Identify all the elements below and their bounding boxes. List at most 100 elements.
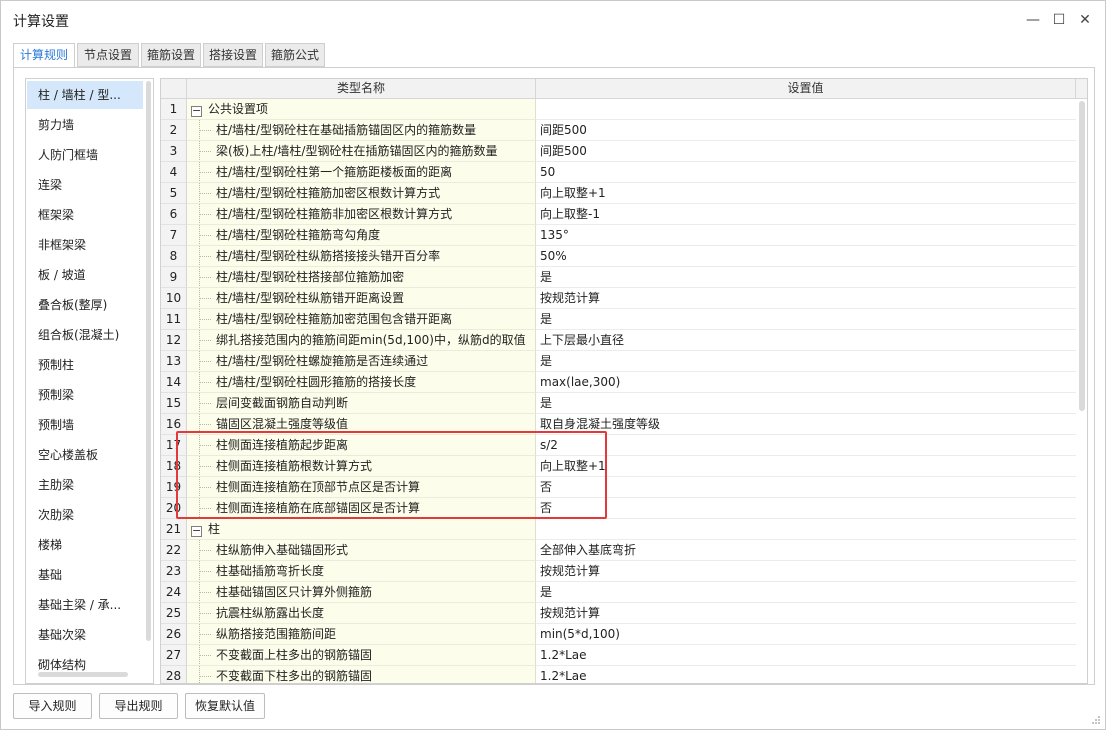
setting-value-cell[interactable] [536, 99, 1076, 120]
table-row[interactable]: 26 纵筋搭接范围箍筋间距 min(5*d,100) [161, 624, 1076, 645]
sidebar-item-precast-beam[interactable]: 预制梁 [27, 381, 143, 409]
type-name-cell[interactable]: 纵筋搭接范围箍筋间距 [187, 624, 536, 645]
type-name-cell[interactable]: 梁(板)上柱/墙柱/型钢砼柱在插筋锚固区内的箍筋数量 [187, 141, 536, 162]
type-name-cell[interactable]: 柱侧面连接植筋在顶部节点区是否计算 [187, 477, 536, 498]
sidebar-item-composite-slab-full[interactable]: 叠合板(整厚) [27, 291, 143, 319]
type-name-cell[interactable]: 柱/墙柱/型钢砼柱纵筋搭接接头错开百分率 [187, 246, 536, 267]
sidebar-item-frame-beam[interactable]: 框架梁 [27, 201, 143, 229]
type-name-cell[interactable]: 柱/墙柱/型钢砼柱在基础插筋锚固区内的箍筋数量 [187, 120, 536, 141]
import-rules-button[interactable]: 导入规则 [13, 693, 92, 719]
type-name-cell[interactable]: 柱侧面连接植筋起步距离 [187, 435, 536, 456]
setting-value-cell[interactable]: 按规范计算 [536, 603, 1076, 624]
collapse-icon[interactable]: − [191, 525, 202, 537]
type-name-cell[interactable]: 柱/墙柱/型钢砼柱箍筋非加密区根数计算方式 [187, 204, 536, 225]
setting-value-cell[interactable]: 是 [536, 309, 1076, 330]
table-row[interactable]: 11 柱/墙柱/型钢砼柱箍筋加密范围包含错开距离 是 [161, 309, 1076, 330]
sidebar-item-coupling-beam[interactable]: 连梁 [27, 171, 143, 199]
setting-value-cell[interactable]: 否 [536, 477, 1076, 498]
setting-value-cell[interactable]: 间距500 [536, 120, 1076, 141]
table-vertical-scrollbar[interactable] [1076, 99, 1087, 683]
type-name-cell[interactable]: 柱/墙柱/型钢砼柱搭接部位箍筋加密 [187, 267, 536, 288]
setting-value-cell[interactable]: 向上取整-1 [536, 204, 1076, 225]
column-header-setting-value[interactable]: 设置值 [536, 79, 1076, 99]
sidebar-item-stairs[interactable]: 楼梯 [27, 531, 143, 559]
sidebar-item-main-rib-beam[interactable]: 主肋梁 [27, 471, 143, 499]
table-row[interactable]: 24 柱基础锚固区只计算外侧箍筋 是 [161, 582, 1076, 603]
sidebar-item-civil-defense-door-wall[interactable]: 人防门框墙 [27, 141, 143, 169]
maximize-icon[interactable]: ☐ [1047, 9, 1071, 31]
type-name-cell[interactable]: 不变截面上柱多出的钢筋锚固 [187, 645, 536, 666]
sidebar-item-foundation-main-beam[interactable]: 基础主梁 / 承... [27, 591, 143, 619]
type-name-cell[interactable]: 柱基础插筋弯折长度 [187, 561, 536, 582]
sidebar-item-hollow-floor-slab[interactable]: 空心楼盖板 [27, 441, 143, 469]
setting-value-cell[interactable]: 上下层最小直径 [536, 330, 1076, 351]
sidebar-item-foundation-secondary-beam[interactable]: 基础次梁 [27, 621, 143, 649]
table-row[interactable]: 8 柱/墙柱/型钢砼柱纵筋搭接接头错开百分率 50% [161, 246, 1076, 267]
setting-value-cell[interactable]: min(5*d,100) [536, 624, 1076, 645]
setting-value-cell[interactable]: 是 [536, 582, 1076, 603]
type-name-cell[interactable]: 柱/墙柱/型钢砼柱圆形箍筋的搭接长度 [187, 372, 536, 393]
type-name-cell[interactable]: 柱/墙柱/型钢砼柱箍筋弯勾角度 [187, 225, 536, 246]
type-name-cell[interactable]: 柱/墙柱/型钢砼柱箍筋加密范围包含错开距离 [187, 309, 536, 330]
tab-node-settings[interactable]: 节点设置 [77, 43, 139, 67]
type-name-cell[interactable]: 柱/墙柱/型钢砼柱箍筋加密区根数计算方式 [187, 183, 536, 204]
type-name-cell[interactable]: 不变截面下柱多出的钢筋锚固 [187, 666, 536, 683]
table-row[interactable]: 28 不变截面下柱多出的钢筋锚固 1.2*Lae [161, 666, 1076, 683]
sidebar-item-shear-wall[interactable]: 剪力墙 [27, 111, 143, 139]
tab-lap-settings[interactable]: 搭接设置 [203, 43, 263, 67]
table-row[interactable]: 3 梁(板)上柱/墙柱/型钢砼柱在插筋锚固区内的箍筋数量 间距500 [161, 141, 1076, 162]
table-row[interactable]: 17 柱侧面连接植筋起步距离 s/2 [161, 435, 1076, 456]
table-row[interactable]: 23 柱基础插筋弯折长度 按规范计算 [161, 561, 1076, 582]
type-name-cell[interactable]: 绑扎搭接范围内的箍筋间距min(5d,100)中，纵筋d的取值 [187, 330, 536, 351]
table-group-row[interactable]: 1− 公共设置项 [161, 99, 1076, 120]
restore-defaults-button[interactable]: 恢复默认值 [185, 693, 265, 719]
table-row[interactable]: 2 柱/墙柱/型钢砼柱在基础插筋锚固区内的箍筋数量 间距500 [161, 120, 1076, 141]
setting-value-cell[interactable]: 50% [536, 246, 1076, 267]
type-name-cell[interactable]: 柱/墙柱/型钢砼柱第一个箍筋距楼板面的距离 [187, 162, 536, 183]
setting-value-cell[interactable]: s/2 [536, 435, 1076, 456]
sidebar-item-foundation[interactable]: 基础 [27, 561, 143, 589]
column-header-type-name[interactable]: 类型名称 [187, 79, 536, 99]
sidebar-item-slab-ramp[interactable]: 板 / 坡道 [27, 261, 143, 289]
setting-value-cell[interactable]: 向上取整+1 [536, 183, 1076, 204]
table-row[interactable]: 13 柱/墙柱/型钢砼柱螺旋箍筋是否连续通过 是 [161, 351, 1076, 372]
table-row[interactable]: 18 柱侧面连接植筋根数计算方式 向上取整+1 [161, 456, 1076, 477]
setting-value-cell[interactable]: 取自身混凝土强度等级 [536, 414, 1076, 435]
export-rules-button[interactable]: 导出规则 [99, 693, 178, 719]
setting-value-cell[interactable]: 否 [536, 498, 1076, 519]
table-row[interactable]: 12 绑扎搭接范围内的箍筋间距min(5d,100)中，纵筋d的取值 上下层最小直径 [161, 330, 1076, 351]
setting-value-cell[interactable]: 1.2*Lae [536, 666, 1076, 683]
sidebar-horizontal-scrollbar[interactable] [38, 672, 128, 677]
resize-grip-icon[interactable] [1091, 715, 1101, 725]
sidebar-scroll-thumb[interactable] [146, 81, 151, 641]
tab-stirrup-settings[interactable]: 箍筋设置 [141, 43, 201, 67]
table-row[interactable]: 7 柱/墙柱/型钢砼柱箍筋弯勾角度 135° [161, 225, 1076, 246]
type-name-cell[interactable]: 柱/墙柱/型钢砼柱纵筋错开距离设置 [187, 288, 536, 309]
setting-value-cell[interactable]: 是 [536, 351, 1076, 372]
type-name-cell[interactable]: 层间变截面钢筋自动判断 [187, 393, 536, 414]
type-name-cell[interactable]: 柱纵筋伸入基础锚固形式 [187, 540, 536, 561]
setting-value-cell[interactable]: 向上取整+1 [536, 456, 1076, 477]
type-name-cell[interactable]: − 柱 [187, 519, 536, 540]
type-name-cell[interactable]: − 公共设置项 [187, 99, 536, 120]
type-name-cell[interactable]: 柱基础锚固区只计算外侧箍筋 [187, 582, 536, 603]
table-row[interactable]: 25 抗震柱纵筋露出长度 按规范计算 [161, 603, 1076, 624]
table-row[interactable]: 14 柱/墙柱/型钢砼柱圆形箍筋的搭接长度 max(lae,300) [161, 372, 1076, 393]
table-row[interactable]: 4 柱/墙柱/型钢砼柱第一个箍筋距楼板面的距离 50 [161, 162, 1076, 183]
close-icon[interactable]: ✕ [1073, 9, 1097, 31]
sidebar-item-precast-column[interactable]: 预制柱 [27, 351, 143, 379]
setting-value-cell[interactable]: max(lae,300) [536, 372, 1076, 393]
sidebar-item-secondary-rib-beam[interactable]: 次肋梁 [27, 501, 143, 529]
table-row[interactable]: 22 柱纵筋伸入基础锚固形式 全部伸入基底弯折 [161, 540, 1076, 561]
collapse-icon[interactable]: − [191, 105, 202, 117]
table-row[interactable]: 9 柱/墙柱/型钢砼柱搭接部位箍筋加密 是 [161, 267, 1076, 288]
table-row[interactable]: 20 柱侧面连接植筋在底部锚固区是否计算 否 [161, 498, 1076, 519]
sidebar-item-composite-slab-concrete[interactable]: 组合板(混凝土) [27, 321, 143, 349]
setting-value-cell[interactable]: 是 [536, 393, 1076, 414]
type-name-cell[interactable]: 锚固区混凝土强度等级值 [187, 414, 536, 435]
tab-stirrup-formula[interactable]: 箍筋公式 [265, 43, 325, 67]
type-name-cell[interactable]: 柱侧面连接植筋在底部锚固区是否计算 [187, 498, 536, 519]
setting-value-cell[interactable]: 1.2*Lae [536, 645, 1076, 666]
setting-value-cell[interactable]: 全部伸入基底弯折 [536, 540, 1076, 561]
setting-value-cell[interactable]: 按规范计算 [536, 288, 1076, 309]
